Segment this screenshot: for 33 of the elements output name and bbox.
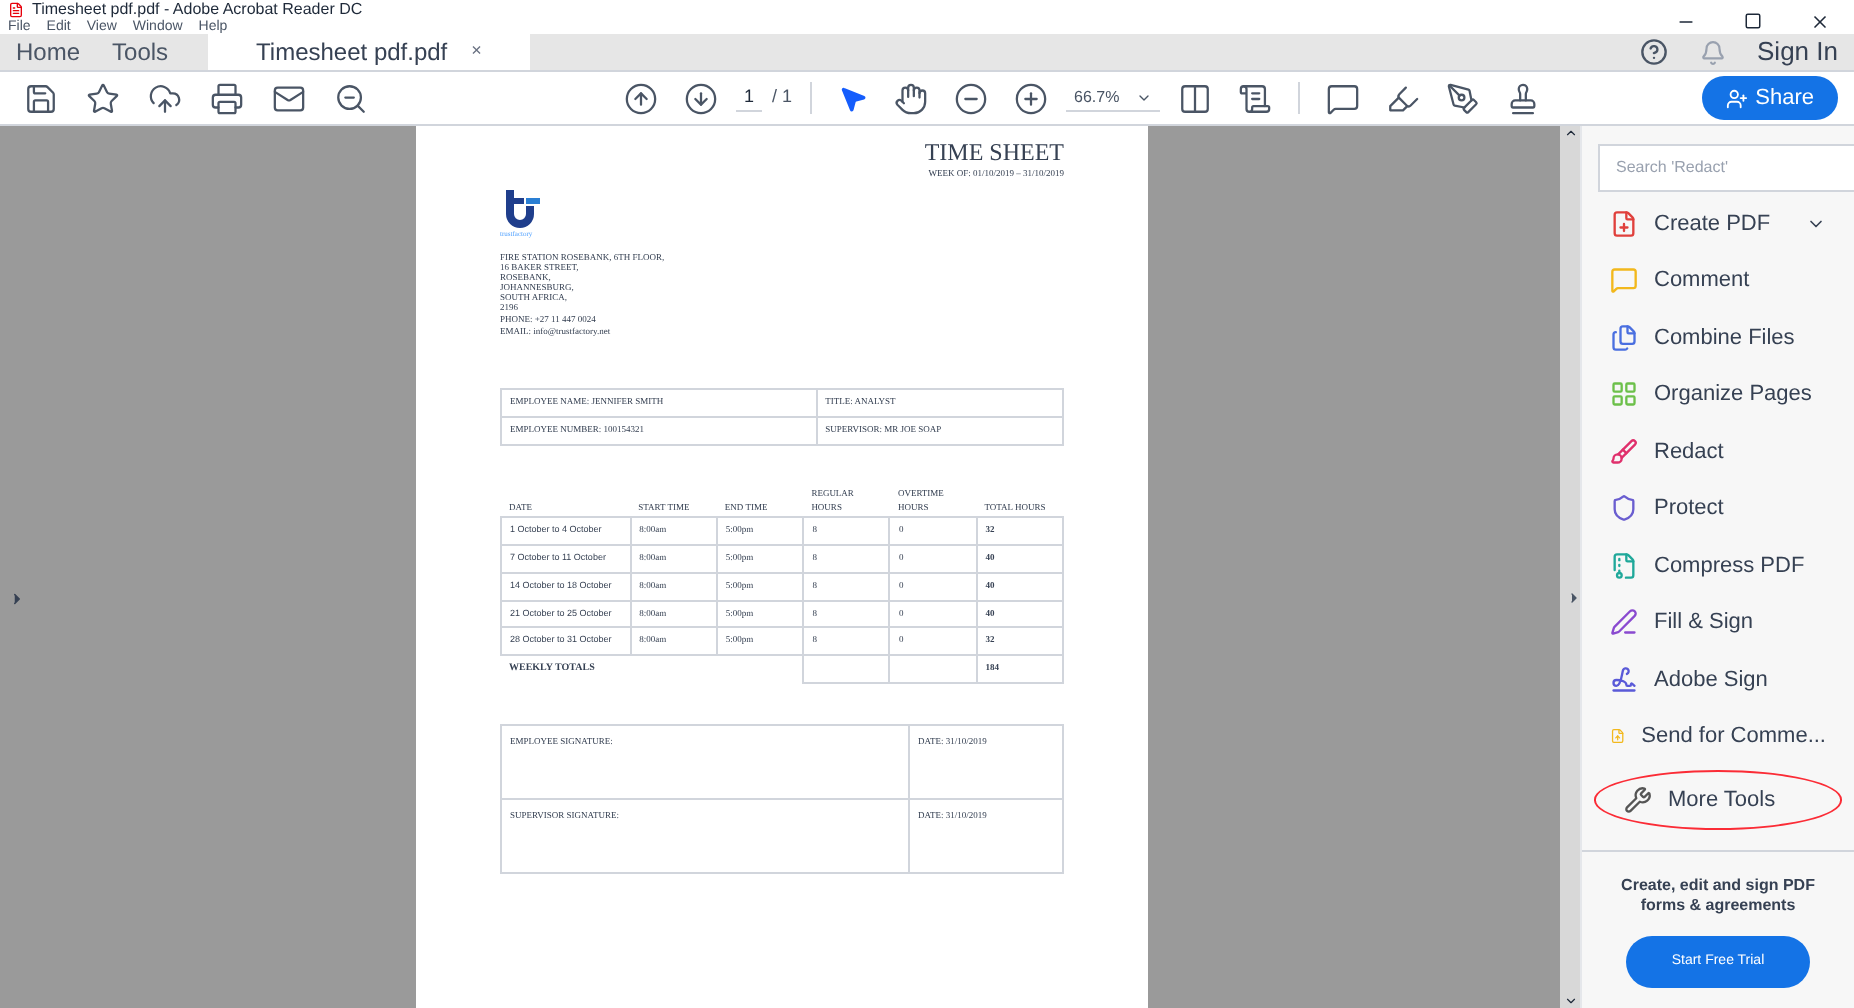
document-title: TIME SHEET bbox=[924, 138, 1064, 168]
search-field[interactable]: Search 'Redact' bbox=[1598, 144, 1854, 192]
scroll-down-icon[interactable] bbox=[1563, 994, 1577, 1008]
share-button[interactable]: Share bbox=[1701, 75, 1838, 121]
tool-item[interactable]: Protect bbox=[1582, 481, 1854, 536]
tool-item[interactable]: Organize Pages bbox=[1582, 367, 1854, 422]
tool-item[interactable]: Adobe Sign bbox=[1582, 652, 1854, 707]
tool-item[interactable]: Combine Files bbox=[1582, 310, 1854, 365]
scroll-up-icon[interactable] bbox=[1563, 126, 1577, 140]
tool-item[interactable]: More Tools bbox=[1596, 772, 1840, 827]
tool-item[interactable]: Send for Comme... bbox=[1582, 709, 1854, 764]
tab[interactable]: Timesheet pdf.pdf × bbox=[208, 34, 530, 70]
expand-left-icon[interactable] bbox=[8, 590, 26, 608]
tool-item[interactable]: Comment bbox=[1582, 253, 1854, 308]
page-total: / 1 bbox=[772, 84, 793, 111]
tool-item[interactable]: Fill & Sign bbox=[1582, 595, 1854, 650]
help-icon[interactable] bbox=[1639, 38, 1668, 66]
page-number-field[interactable]: 1 bbox=[736, 83, 763, 113]
sign-in-button[interactable]: Sign In bbox=[1757, 32, 1838, 72]
add-person-icon bbox=[1725, 87, 1748, 109]
tab[interactable]: Tools bbox=[96, 34, 185, 70]
window-title: Timesheet pdf.pdf - Adobe Acrobat Reader DC bbox=[32, 1, 363, 17]
collapse-panel-icon[interactable] bbox=[1566, 590, 1582, 606]
logo-icon bbox=[500, 190, 544, 230]
tab[interactable]: Home bbox=[0, 34, 97, 70]
close-icon[interactable] bbox=[1810, 11, 1830, 31]
maximize-icon[interactable] bbox=[1744, 11, 1762, 29]
pdf-icon bbox=[8, 1, 24, 17]
tool-item[interactable]: Create PDF bbox=[1582, 196, 1854, 251]
zoom-dropdown[interactable]: 66.7% bbox=[1066, 85, 1160, 111]
tool-item[interactable]: Compress PDF bbox=[1582, 538, 1854, 593]
promo-text: Create, edit and sign PDF forms & agreements bbox=[1619, 875, 1817, 915]
tool-item[interactable]: Redact bbox=[1582, 424, 1854, 479]
